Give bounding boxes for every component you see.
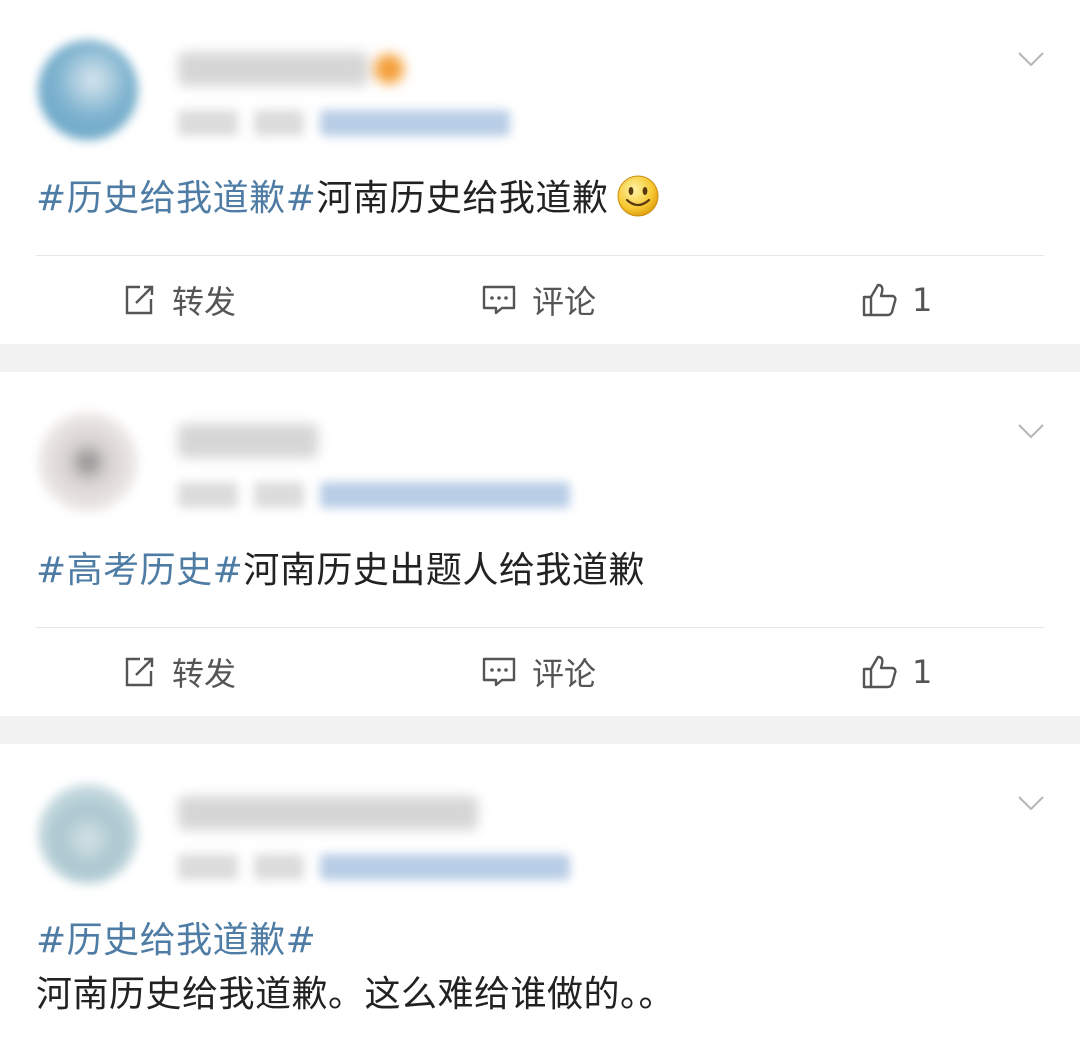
username-blurred[interactable]: [178, 796, 478, 830]
hashtag-link[interactable]: #高考历史#: [36, 550, 243, 591]
comment-icon: [482, 657, 516, 687]
repost-button[interactable]: 转发: [120, 628, 236, 716]
smiley-icon: [616, 174, 660, 218]
post-text: #历史给我道歉#河南历史给我道歉: [36, 172, 1044, 226]
post-meta-blurred: [178, 110, 510, 136]
avatar[interactable]: [38, 40, 138, 140]
comment-icon: [482, 285, 516, 315]
thumbs-up-icon: [862, 283, 897, 317]
chevron-down-icon[interactable]: [1016, 788, 1046, 818]
action-bar: 转发 评论 1: [0, 256, 1080, 344]
repost-button[interactable]: 转发: [120, 256, 236, 344]
verified-badge-icon: [374, 54, 404, 84]
like-count: 1: [912, 653, 933, 691]
feed: #历史给我道歉#河南历史给我道歉 转发 评论 1 #高考历史#河南历史出题人给我…: [0, 0, 1080, 1054]
post-card[interactable]: #高考历史#河南历史出题人给我道歉 转发 评论 1: [0, 372, 1080, 716]
post-meta-blurred: [178, 482, 570, 508]
like-button[interactable]: 1: [860, 628, 932, 716]
username-blurred[interactable]: [178, 424, 318, 458]
action-bar: 转发 评论 1: [0, 628, 1080, 716]
hashtag-link[interactable]: #历史给我道歉#: [36, 178, 316, 219]
chevron-down-icon[interactable]: [1016, 416, 1046, 446]
repost-icon: [125, 657, 154, 687]
like-button[interactable]: 1: [860, 256, 932, 344]
avatar[interactable]: [38, 412, 138, 512]
avatar[interactable]: [38, 784, 138, 884]
post-body: 河南历史给我道歉。这么难给谁做的。。: [36, 974, 676, 1015]
comment-button[interactable]: 评论: [480, 628, 596, 716]
post-card[interactable]: #历史给我道歉#河南历史给我道歉 转发 评论 1: [0, 0, 1080, 344]
like-count: 1: [912, 281, 933, 319]
repost-label: 转发: [172, 655, 237, 693]
repost-icon: [125, 285, 154, 315]
comment-label: 评论: [532, 655, 597, 693]
post-meta-blurred: [178, 854, 570, 880]
thumbs-up-icon: [862, 655, 897, 689]
post-body: 河南历史给我道歉: [316, 178, 609, 219]
comment-button[interactable]: 评论: [480, 256, 596, 344]
repost-label: 转发: [172, 283, 237, 321]
post-body: 河南历史出题人给我道歉: [243, 550, 645, 591]
post-text: #历史给我道歉# 河南历史给我道歉。这么难给谁做的。。: [36, 914, 1044, 1022]
comment-label: 评论: [532, 283, 597, 321]
post-text: #高考历史#河南历史出题人给我道歉: [36, 544, 1044, 598]
post-card[interactable]: #历史给我道歉# 河南历史给我道歉。这么难给谁做的。。: [0, 744, 1080, 1054]
chevron-down-icon[interactable]: [1016, 44, 1046, 74]
username-blurred[interactable]: [178, 52, 404, 86]
hashtag-link[interactable]: #历史给我道歉#: [36, 920, 316, 961]
